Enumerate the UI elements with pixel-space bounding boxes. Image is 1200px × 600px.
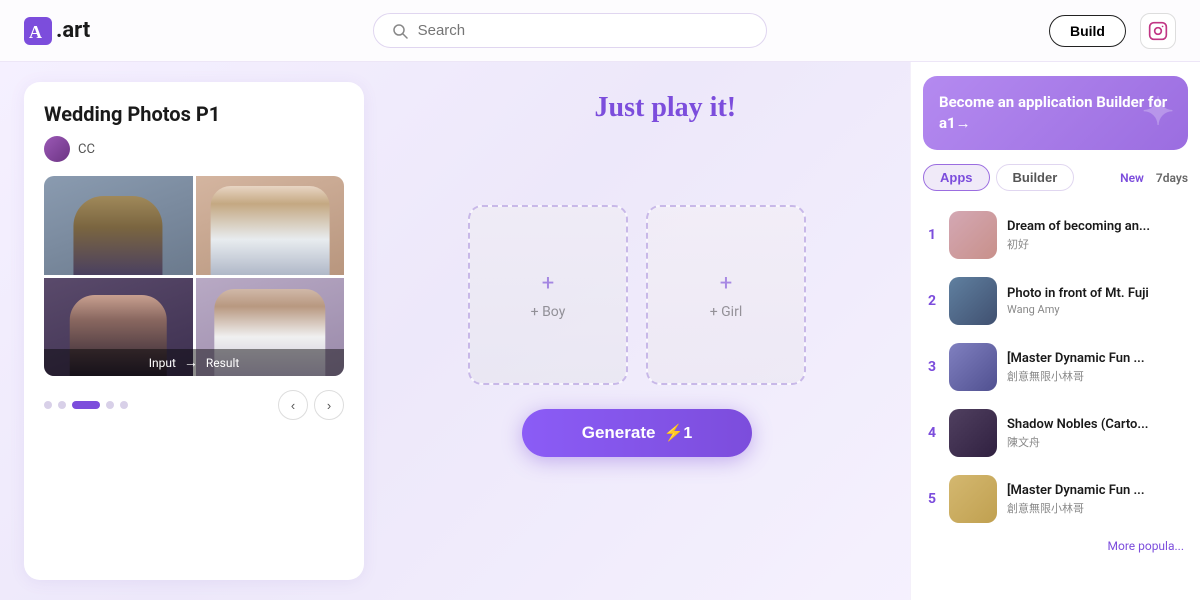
nav-arrows: ‹ ›: [278, 390, 344, 420]
app-name-2: Photo in front of Mt. Fuji: [1007, 286, 1186, 301]
app-name-1: Dream of becoming an...: [1007, 219, 1186, 234]
app-name-4: Shadow Nobles (Carto...: [1007, 417, 1186, 432]
time-7days[interactable]: 7days: [1156, 171, 1188, 185]
app-sub-5: 創意無限小林哥: [1007, 500, 1186, 516]
image-cell-1: [44, 176, 193, 275]
app-thumb-1: [949, 211, 997, 259]
card-nav: ‹ ›: [44, 390, 344, 420]
input-label: Input: [149, 356, 176, 370]
time-new[interactable]: New: [1120, 171, 1144, 185]
app-info-5: [Master Dynamic Fun ... 創意無限小林哥: [1007, 483, 1186, 516]
dot-2: [58, 401, 66, 409]
search-icon: [392, 23, 408, 39]
dot-3-active: [72, 401, 100, 409]
card-author: CC: [44, 136, 344, 162]
upload-row: + + Boy + + Girl: [468, 205, 806, 385]
image-grid: Input → Result: [44, 176, 344, 376]
upload-boy-box[interactable]: + + Boy: [468, 205, 628, 385]
right-sidebar: Become an application Builder for a1→ Ap…: [910, 62, 1200, 600]
app-item-5[interactable]: 5 [Master Dynamic Fun ... 創意無限小林哥: [917, 467, 1194, 531]
nav-right: Build: [1049, 13, 1176, 49]
search-input[interactable]: [418, 22, 748, 39]
prev-button[interactable]: ‹: [278, 390, 308, 420]
logo-text: .art: [56, 18, 90, 43]
app-sub-4: 陳文舟: [1007, 434, 1186, 450]
more-popular-link[interactable]: More popula...: [911, 531, 1200, 553]
dots: [44, 401, 128, 409]
app-info-2: Photo in front of Mt. Fuji Wang Amy: [1007, 286, 1186, 316]
tabs-right: New 7days: [1120, 171, 1188, 185]
tabs-row: Apps Builder New 7days: [911, 164, 1200, 191]
tab-builder[interactable]: Builder: [996, 164, 1075, 191]
generate-label: Generate: [582, 423, 656, 443]
app-info-1: Dream of becoming an... 初好: [1007, 219, 1186, 252]
result-label: Result: [206, 356, 239, 370]
app-info-4: Shadow Nobles (Carto... 陳文舟: [1007, 417, 1186, 450]
main-area: Wedding Photos P1 CC Input → Result: [0, 62, 1200, 600]
svg-text:A: A: [29, 22, 42, 42]
left-card: Wedding Photos P1 CC Input → Result: [24, 82, 364, 580]
app-item-1[interactable]: 1 Dream of becoming an... 初好: [917, 203, 1194, 267]
logo[interactable]: A .art: [24, 17, 90, 45]
app-thumb-5: [949, 475, 997, 523]
app-list: 1 Dream of becoming an... 初好 2 Photo in …: [911, 203, 1200, 531]
app-name-5: [Master Dynamic Fun ...: [1007, 483, 1186, 498]
tabs-left: Apps Builder: [923, 164, 1074, 191]
app-sub-1: 初好: [1007, 236, 1186, 252]
build-button[interactable]: Build: [1049, 15, 1126, 47]
upload-boy-plus-icon: +: [542, 271, 554, 296]
app-sub-3: 創意無限小林哥: [1007, 368, 1186, 384]
author-name: CC: [78, 142, 95, 157]
navbar: A .art Build: [0, 0, 1200, 62]
upload-girl-plus-icon: +: [720, 271, 732, 296]
app-name-3: [Master Dynamic Fun ...: [1007, 351, 1186, 366]
app-sub-2: Wang Amy: [1007, 303, 1186, 316]
app-rank-4: 4: [925, 425, 939, 441]
app-thumb-4: [949, 409, 997, 457]
app-item-4[interactable]: 4 Shadow Nobles (Carto... 陳文舟: [917, 401, 1194, 465]
just-play-label: Just play it!: [595, 92, 737, 124]
dot-5: [120, 401, 128, 409]
app-thumb-2: [949, 277, 997, 325]
app-info-3: [Master Dynamic Fun ... 創意無限小林哥: [1007, 351, 1186, 384]
app-rank-2: 2: [925, 293, 939, 309]
instagram-button[interactable]: [1140, 13, 1176, 49]
logo-icon: A: [24, 17, 52, 45]
app-thumb-3: [949, 343, 997, 391]
promo-banner[interactable]: Become an application Builder for a1→: [923, 76, 1188, 150]
app-item-3[interactable]: 3 [Master Dynamic Fun ... 創意無限小林哥: [917, 335, 1194, 399]
generate-button[interactable]: Generate ⚡1: [522, 409, 753, 457]
promo-text: Become an application Builder for a1→: [939, 93, 1167, 132]
generate-cost: ⚡1: [663, 423, 692, 443]
app-rank-1: 1: [925, 227, 939, 243]
image-label-row: Input → Result: [44, 349, 344, 376]
center-area: Just play it! + + Boy + + Girl Generate …: [364, 62, 910, 600]
upload-girl-box[interactable]: + + Girl: [646, 205, 806, 385]
arrow-right-icon: →: [184, 354, 198, 371]
upload-girl-label: + Girl: [710, 304, 743, 320]
app-rank-3: 3: [925, 359, 939, 375]
search-bar[interactable]: [373, 13, 767, 48]
tab-apps[interactable]: Apps: [923, 164, 990, 191]
dot-4: [106, 401, 114, 409]
upload-boy-label: + Boy: [531, 304, 566, 320]
next-button[interactable]: ›: [314, 390, 344, 420]
card-title: Wedding Photos P1: [44, 102, 344, 126]
dot-1: [44, 401, 52, 409]
app-rank-5: 5: [925, 491, 939, 507]
author-avatar: [44, 136, 70, 162]
image-cell-2: [196, 176, 345, 275]
app-item-2[interactable]: 2 Photo in front of Mt. Fuji Wang Amy: [917, 269, 1194, 333]
